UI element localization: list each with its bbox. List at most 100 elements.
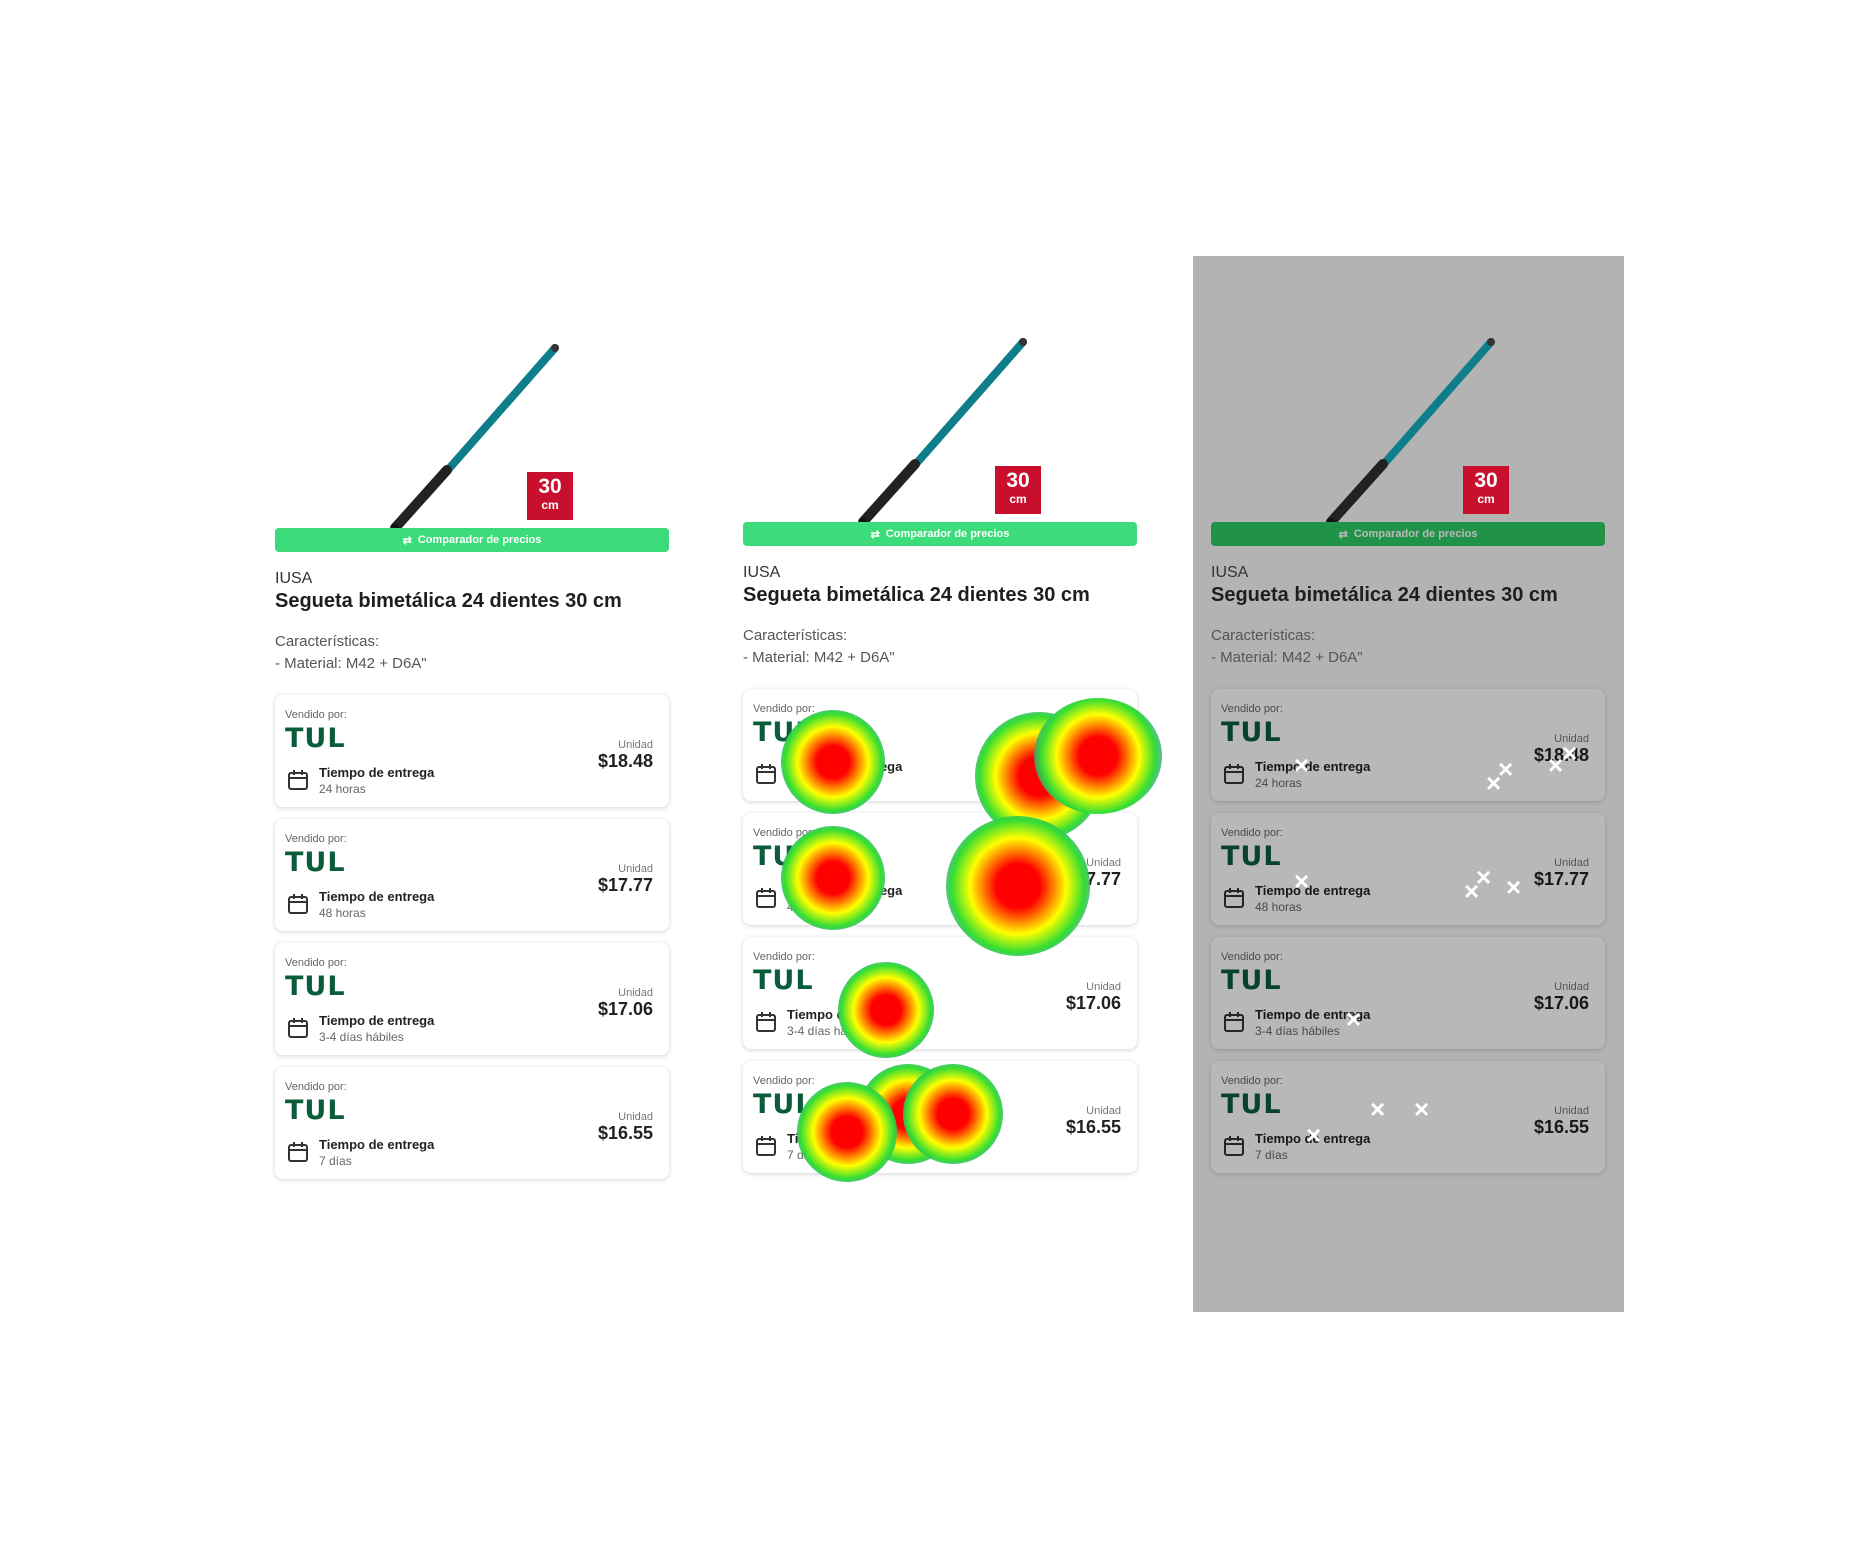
offer-card[interactable]: Vendido por: TUL Tiempo de entrega 48 ho… [275,819,669,931]
offer-price: $17.06 [1533,993,1589,1013]
offer-card[interactable]: Vendido por: TUL Tiempo de entrega 24 ho… [275,695,669,807]
compare-label: Comparador de precios [417,534,542,546]
seller-logo: TUL [1221,717,1282,748]
offer-price: $17.06 [597,999,653,1019]
seller-logo: TUL [285,723,346,754]
calendar-icon [1224,1012,1244,1032]
offer-price: $17.77 [1065,869,1121,889]
sold-by-label: Vendido por: [285,1081,347,1093]
sold-by-label: Vendido por: [753,827,815,839]
delivery-time: 3-4 días hábiles [1255,1024,1340,1038]
calendar-icon [1224,888,1244,908]
features-heading: Características: [743,627,848,644]
offer-card[interactable]: Vendido por: TUL Tiempo de entrega 3-4 d… [743,937,1137,1049]
click-x-mark-icon: × [1294,866,1310,896]
sold-by-label: Vendido por: [285,833,347,845]
unit-label: Unidad [1086,857,1121,869]
compare-prices-button[interactable]: ⇄ Comparador de precios [1211,522,1605,546]
product-image[interactable]: 30 cm [743,330,1137,522]
features-heading: Características: [1211,627,1316,644]
offer-card[interactable]: Vendido por: TUL Tiempo de entrega 7 día… [743,1061,1137,1173]
compare-arrows-icon: ⇄ [1338,528,1348,541]
calendar-icon [756,764,776,784]
badge-unit: cm [1477,492,1495,506]
delivery-label: Tiempo de entrega [1255,759,1371,774]
sold-by-label: Vendido por: [753,1075,815,1087]
delivery-time: 7 días [319,1154,352,1168]
sold-by-label: Vendido por: [285,709,347,721]
calendar-icon [1224,1136,1244,1156]
delivery-label: Tiempo de entrega [787,759,903,774]
product-title: Segueta bimetálica 24 dientes 30 cm [1211,584,1558,606]
sold-by-label: Vendido por: [1221,951,1283,963]
badge-number: 30 [538,475,562,498]
seller-logo: TUL [753,717,814,748]
delivery-label: Tiempo de entrega [787,1007,903,1022]
offer-price: $16.55 [597,1123,653,1143]
click-x-mark-icon: × [1498,754,1514,784]
delivery-label: Tiempo de entrega [319,889,435,904]
product-image[interactable]: 30 cm [275,336,669,528]
calendar-icon [1224,764,1244,784]
sold-by-label: Vendido por: [1221,827,1283,839]
click-x-mark-icon: × [1562,738,1578,768]
calendar-icon [756,1012,776,1032]
unit-label: Unidad [618,739,653,751]
delivery-label: Tiempo de entrega [787,883,903,898]
offers-list: Vendido por: TUL Tiempo de entrega 24 ho… [743,689,1137,1173]
seller-logo: TUL [1221,1089,1282,1120]
delivery-time: 3-4 días hábiles [787,1024,872,1038]
badge-unit: cm [541,498,559,512]
product-image[interactable]: 30 cm [1211,330,1605,522]
delivery-time: 48 horas [787,900,834,914]
product-title: Segueta bimetálica 24 dientes 30 cm [275,590,622,612]
product-brand: IUSA [1211,564,1249,581]
delivery-label: Tiempo de entrega [1255,883,1371,898]
offer-card[interactable]: Vendido por: TUL Tiempo de entrega 7 día… [275,1067,669,1179]
click-x-mark-icon: × [1506,872,1522,902]
unit-label: Unidad [1086,1105,1121,1117]
sold-by-label: Vendido por: [285,957,347,969]
offer-card[interactable]: Vendido por: TUL Tiempo de entrega 24 ho… [1211,689,1605,801]
product-title: Segueta bimetálica 24 dientes 30 cm [743,584,1090,606]
product-features: Características: - Material: M42 + D6A" [743,625,1137,669]
delivery-time: 7 días [1255,1148,1288,1162]
offer-card[interactable]: Vendido por: TUL Tiempo de entrega 3-4 d… [275,943,669,1055]
offer-card[interactable]: Vendido por: TUL Tiempo de entrega 7 día… [1211,1061,1605,1173]
offer-price: $18.48 [597,751,653,771]
offer-price: $17.77 [1533,869,1589,889]
offer-card[interactable]: Vendido por: TUL Tiempo de entrega 24 ho… [743,689,1137,801]
offer-card[interactable]: Vendido por: TUL Tiempo de entrega 48 ho… [743,813,1137,925]
badge-number: 30 [1006,469,1030,492]
click-x-mark-icon: × [1346,1004,1362,1034]
compare-prices-button[interactable]: ⇄ Comparador de precios [743,522,1137,546]
calendar-icon [756,888,776,908]
badge-unit: cm [1009,492,1027,506]
click-x-mark-icon: × [1414,1094,1430,1124]
compare-label: Comparador de precios [1353,528,1478,540]
delivery-time: 48 horas [1255,900,1302,914]
calendar-icon [288,770,308,790]
size-badge: 30 cm [995,466,1041,514]
offers-list: Vendido por: TUL Tiempo de entrega 24 ho… [275,695,669,1179]
seller-logo: TUL [753,965,814,996]
offer-card[interactable]: Vendido por: TUL Tiempo de entrega 3-4 d… [1211,937,1605,1049]
unit-label: Unidad [618,987,653,999]
calendar-icon [288,1018,308,1038]
unit-label: Unidad [1086,733,1121,745]
compare-arrows-icon: ⇄ [870,528,880,541]
delivery-label: Tiempo de entrega [319,1137,435,1152]
delivery-time: 24 horas [787,776,834,790]
seller-logo: TUL [1221,965,1282,996]
offer-price: $18.48 [1065,745,1121,765]
product-panel-clickmap: 30 cm ⇄ Comparador de precios IUSA Segue… [1211,330,1605,1185]
offer-card[interactable]: Vendido por: TUL Tiempo de entrega 48 ho… [1211,813,1605,925]
compare-prices-button[interactable]: ⇄ Comparador de precios [275,528,669,552]
delivery-time: 3-4 días hábiles [319,1030,404,1044]
features-heading: Características: [275,633,380,650]
seller-logo: TUL [1221,841,1282,872]
delivery-label: Tiempo de entrega [319,1013,435,1028]
product-features: Características: - Material: M42 + D6A" [1211,625,1605,669]
product-panel-original: 30 cm ⇄ Comparador de precios IUSA Segue… [275,336,669,1191]
offer-price: $17.77 [597,875,653,895]
